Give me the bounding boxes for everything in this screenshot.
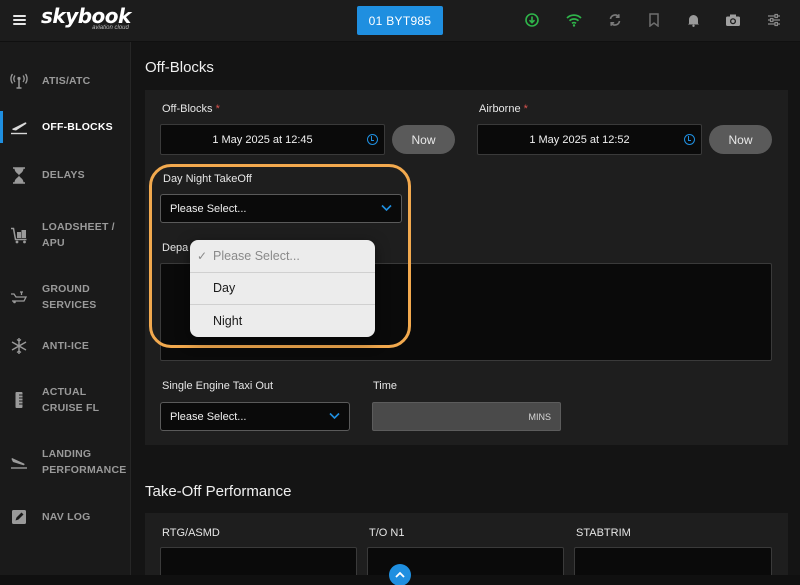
clock-icon [684,134,695,145]
bell-icon[interactable] [685,12,701,28]
section-title-off-blocks: Off-Blocks [145,59,214,76]
antenna-icon [10,72,28,90]
dropdown-option-please-select[interactable]: ✓ Please Select... [190,240,375,272]
sidebar-item-label: ATIS/ATC [42,75,91,87]
sync-icon[interactable] [607,12,623,28]
stabtrim-label: STABTRIM [576,527,631,539]
airborne-time-value: 1 May 2025 at 12:52 [529,133,630,146]
off-blocks-label-text: Off-Blocks [162,103,213,115]
sidebar-item-label: LANDING PERFORMANCE [42,448,127,476]
single-engine-taxi-out-select[interactable]: Please Select... [160,402,350,431]
day-night-dropdown-menu: ✓ Please Select... Day Night [190,240,375,337]
dropdown-option-night[interactable]: Night [190,305,375,337]
sidebar-item-label: GROUND SERVICES [42,283,97,311]
dropdown-option-label: Please Select... [213,249,300,263]
sidebar-item-label: DELAYS [42,169,85,181]
dropdown-option-label: Night [213,314,243,328]
scroll-to-top-button[interactable] [389,564,411,585]
off-blocks-label: Off-Blocks * [162,103,220,115]
luggage-cart-icon [10,226,28,244]
checkmark-icon: ✓ [197,249,208,263]
sidebar-item-label: ANTI-ICE [42,340,90,352]
camera-icon[interactable] [725,12,741,28]
single-engine-taxi-out-label: Single Engine Taxi Out [162,380,274,392]
airborne-time-field[interactable]: 1 May 2025 at 12:52 [477,124,702,155]
takeoff-icon [10,118,28,136]
chevron-down-icon [329,412,340,420]
app-logo: skybook aviation cloud [41,6,131,32]
sidebar-item-off-blocks[interactable]: OFF-BLOCKS [0,111,131,143]
off-blocks-time-field[interactable]: 1 May 2025 at 12:45 [160,124,385,155]
ruler-icon [10,391,28,409]
sidebar-item-atis-atc[interactable]: ATIS/ATC [0,71,131,91]
sidebar-item-label: ACTUAL CRUISE FL [42,386,100,414]
top-bar: skybook aviation cloud 01 BYT985 [0,0,800,42]
to-n1-label: T/O N1 [369,527,405,539]
sidebar-item-label: OFF-BLOCKS [42,121,113,133]
time-label: Time [373,380,398,392]
taxi-time-input[interactable]: MINS [372,402,561,431]
hourglass-icon [10,166,28,184]
sidebar-item-anti-ice[interactable]: ANTI-ICE [0,336,131,356]
sidebar-item-loadsheet-apu[interactable]: LOADSHEET / APU [0,219,131,251]
sidebar: ATIS/ATC OFF-BLOCKS DELAYS LOADSHEET / A… [0,42,131,585]
menu-icon[interactable] [13,15,26,26]
sidebar-item-landing-performance[interactable]: LANDING PERFORMANCE [0,446,131,478]
sidebar-item-label: NAV LOG [42,511,91,523]
off-blocks-now-button[interactable]: Now [392,125,455,154]
airborne-now-button[interactable]: Now [709,125,772,154]
sliders-icon[interactable] [766,12,782,28]
single-engine-taxi-out-value: Please Select... [170,410,247,423]
airborne-label: Airborne * [479,103,528,115]
pencil-icon [10,508,28,526]
chevron-up-icon [395,571,405,578]
rtg-asmd-label: RTG/ASMD [162,527,220,539]
time-unit-label: MINS [528,411,552,422]
sidebar-item-nav-log[interactable]: NAV LOG [0,507,131,527]
off-blocks-time-value: 1 May 2025 at 12:45 [212,133,313,146]
flight-selector-button[interactable]: 01 BYT985 [357,6,443,35]
section-title-take-off-performance: Take-Off Performance [145,483,292,500]
required-mark: * [523,103,528,115]
sidebar-item-delays[interactable]: DELAYS [0,165,131,185]
sidebar-item-label: LOADSHEET / APU [42,221,115,249]
snowflake-icon [10,337,28,355]
landing-icon [10,453,28,471]
logo-wordmark: skybook [41,4,131,28]
required-mark: * [215,103,220,115]
sidebar-item-actual-cruise-fl[interactable]: ACTUAL CRUISE FL [0,384,131,416]
active-indicator [0,111,3,143]
airborne-label-text: Airborne [479,103,521,115]
sidebar-item-ground-services[interactable]: GROUND SERVICES [0,281,131,313]
wifi-icon[interactable] [566,12,582,28]
clock-icon [367,134,378,145]
bookmark-icon[interactable] [646,12,662,28]
download-icon[interactable] [524,12,540,28]
dropdown-option-label: Day [213,281,236,295]
dropdown-option-day[interactable]: Day [190,272,375,304]
fuel-icon [10,288,28,306]
